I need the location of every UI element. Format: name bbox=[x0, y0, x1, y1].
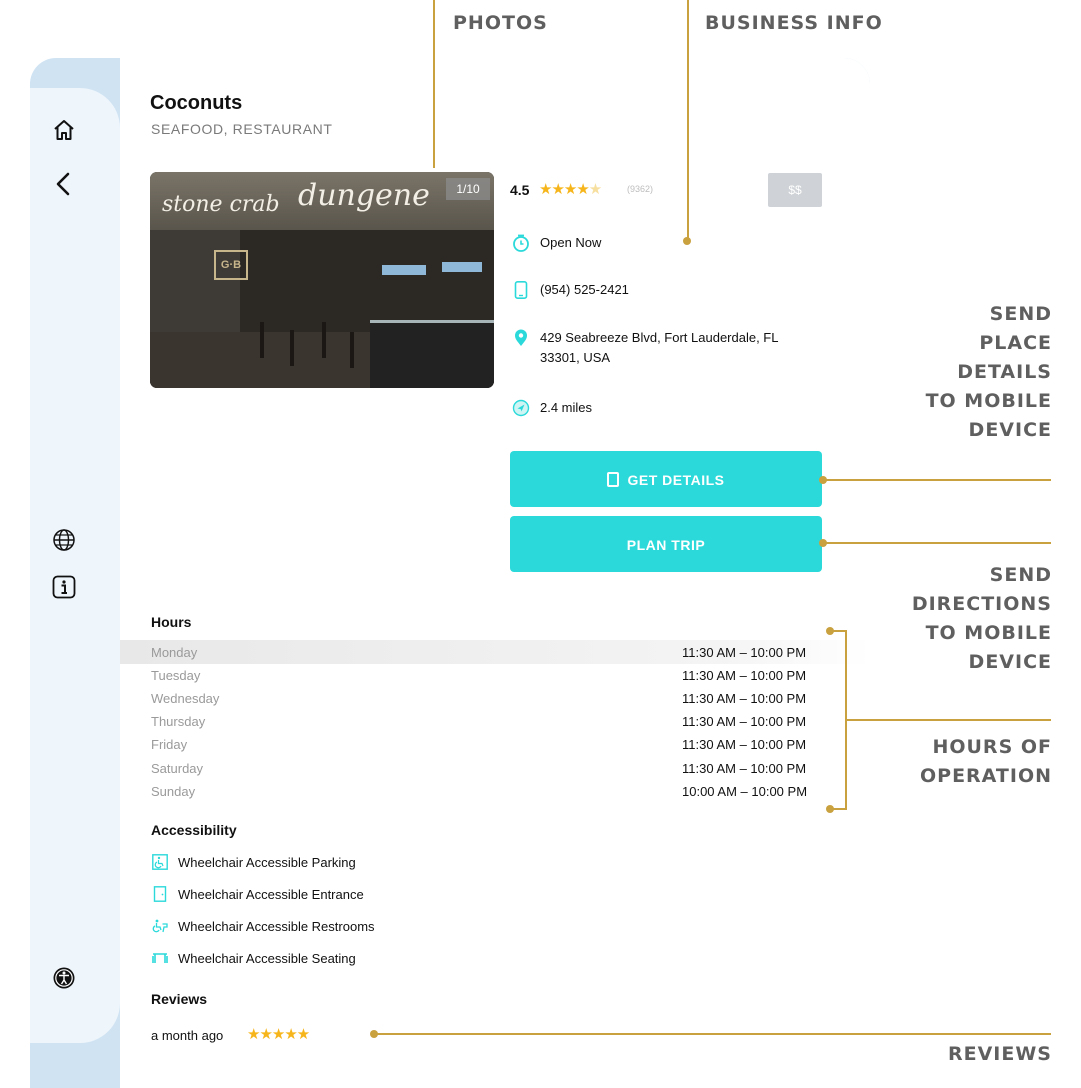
review-stars: ★★★★★ bbox=[247, 1026, 310, 1043]
callout-dot bbox=[826, 805, 834, 813]
rating-stars: ★★★★★ bbox=[539, 181, 602, 198]
callout-line: PLACE bbox=[979, 332, 1052, 354]
hours-time: 10:00 AM – 10:00 PM bbox=[682, 784, 808, 799]
hours-day: Thursday bbox=[151, 714, 206, 729]
hours-time: 11:30 AM – 10:00 PM bbox=[682, 761, 807, 776]
place-photo-carousel[interactable]: stone crab dungene G·B 1/10 bbox=[150, 172, 494, 388]
callout-send-directions: SEND DIRECTIONS TO MOBILE DEVICE bbox=[912, 561, 1052, 677]
accessibility-heading: Accessibility bbox=[151, 822, 237, 838]
photo-sign-text-left: stone crab bbox=[162, 192, 280, 217]
hours-time: 11:30 AM – 10:00 PM bbox=[682, 668, 807, 683]
open-status: Open Now bbox=[540, 235, 602, 250]
accessibility-item: Wheelchair Accessible Entrance bbox=[178, 887, 364, 902]
hours-time: 11:30 AM – 10:00 PM bbox=[682, 714, 807, 729]
clock-icon bbox=[513, 234, 529, 252]
review-date: a month ago bbox=[151, 1028, 224, 1043]
callout-line: HOURS OF bbox=[932, 736, 1052, 758]
review-count: (9362) bbox=[627, 184, 654, 194]
seating-table-icon bbox=[152, 953, 168, 963]
address: 429 Seabreeze Blvd, Fort Lauderdale, FL … bbox=[540, 328, 778, 368]
hours-day: Monday bbox=[151, 645, 198, 660]
plan-trip-button[interactable]: PLAN TRIP bbox=[510, 516, 822, 572]
distance-icon bbox=[512, 399, 530, 417]
callout-line-plan-trip bbox=[825, 542, 1051, 544]
photo-logo: G·B bbox=[214, 250, 248, 280]
globe-icon[interactable] bbox=[52, 528, 76, 552]
phone-number[interactable]: (954) 525-2421 bbox=[540, 280, 629, 300]
callout-send-place-details: SEND PLACE DETAILS TO MOBILE DEVICE bbox=[926, 300, 1052, 445]
hours-day: Saturday bbox=[151, 761, 204, 776]
hours-day: Wednesday bbox=[151, 691, 220, 706]
photo-counter-badge: 1/10 bbox=[446, 178, 490, 200]
entrance-door-icon bbox=[153, 886, 167, 902]
hours-day: Sunday bbox=[151, 784, 196, 799]
callout-line: SEND bbox=[989, 564, 1052, 586]
accessibility-item: Wheelchair Accessible Parking bbox=[178, 855, 356, 870]
callout-line-photos bbox=[433, 0, 435, 168]
phone-icon bbox=[514, 281, 528, 299]
sidebar bbox=[30, 88, 120, 1043]
photo-counter bbox=[370, 320, 494, 388]
place-name: Coconuts bbox=[150, 92, 243, 114]
photo-sign-text-right: dungene bbox=[298, 178, 430, 213]
callout-business-info: BUSINESS INFO bbox=[705, 12, 883, 34]
callout-line: DETAILS bbox=[957, 361, 1052, 383]
callout-line-business-info bbox=[687, 0, 689, 238]
callout-line: TO MOBILE bbox=[925, 622, 1052, 644]
hours-heading: Hours bbox=[151, 614, 192, 630]
callout-line: OPERATION bbox=[920, 765, 1052, 787]
accessibility-icon[interactable] bbox=[52, 966, 76, 990]
callout-dot bbox=[683, 237, 691, 245]
restroom-icon bbox=[152, 919, 168, 933]
hours-day: Friday bbox=[151, 737, 188, 752]
hours-bracket-top bbox=[832, 630, 846, 632]
photo-tv bbox=[442, 262, 482, 272]
accessibility-item: Wheelchair Accessible Restrooms bbox=[178, 919, 375, 934]
rating-value: 4.5 bbox=[510, 182, 530, 198]
callout-line: SEND bbox=[989, 303, 1052, 325]
address-line-2: 33301, USA bbox=[540, 350, 611, 365]
location-pin-icon bbox=[515, 329, 527, 346]
back-chevron-icon[interactable] bbox=[52, 172, 76, 196]
info-icon[interactable] bbox=[52, 575, 76, 599]
hours-day: Tuesday bbox=[151, 668, 201, 683]
callout-line: DEVICE bbox=[968, 419, 1052, 441]
phone-outline-icon bbox=[607, 472, 620, 487]
hours-time: 11:30 AM – 10:00 PM bbox=[682, 737, 807, 752]
price-level-badge: $$ bbox=[768, 173, 822, 207]
accessibility-item: Wheelchair Accessible Seating bbox=[178, 951, 356, 966]
hours-time: 11:30 AM – 10:00 PM bbox=[682, 691, 807, 706]
photo-chair bbox=[290, 330, 294, 366]
get-details-label: GET DETAILS bbox=[627, 472, 725, 488]
photo-chair bbox=[322, 322, 326, 358]
hours-bracket-bottom bbox=[832, 808, 846, 810]
callout-line-reviews bbox=[376, 1033, 1051, 1035]
hours-time: 11:30 AM – 10:00 PM bbox=[682, 645, 807, 660]
callout-line: TO MOBILE bbox=[925, 390, 1052, 412]
callout-line-get-details bbox=[825, 479, 1051, 481]
get-details-button[interactable]: GET DETAILS bbox=[510, 451, 822, 507]
callout-line: DEVICE bbox=[968, 651, 1052, 673]
distance: 2.4 miles bbox=[540, 400, 593, 415]
reviews-heading: Reviews bbox=[151, 991, 208, 1007]
address-line-1: 429 Seabreeze Blvd, Fort Lauderdale, FL bbox=[540, 330, 779, 345]
photo-chair bbox=[350, 332, 354, 368]
home-icon[interactable] bbox=[52, 118, 76, 142]
callout-line-hours bbox=[846, 719, 1051, 721]
photo-tv bbox=[382, 265, 426, 275]
place-category: SEAFOOD, RESTAURANT bbox=[151, 121, 333, 137]
callout-reviews: REVIEWS bbox=[947, 1043, 1052, 1065]
callout-hours-of-operation: HOURS OF OPERATION bbox=[920, 733, 1052, 791]
callout-line: DIRECTIONS bbox=[911, 593, 1052, 615]
wheelchair-parking-icon bbox=[152, 854, 168, 870]
photo-chair bbox=[260, 322, 264, 358]
callout-photos: PHOTOS bbox=[453, 12, 548, 34]
